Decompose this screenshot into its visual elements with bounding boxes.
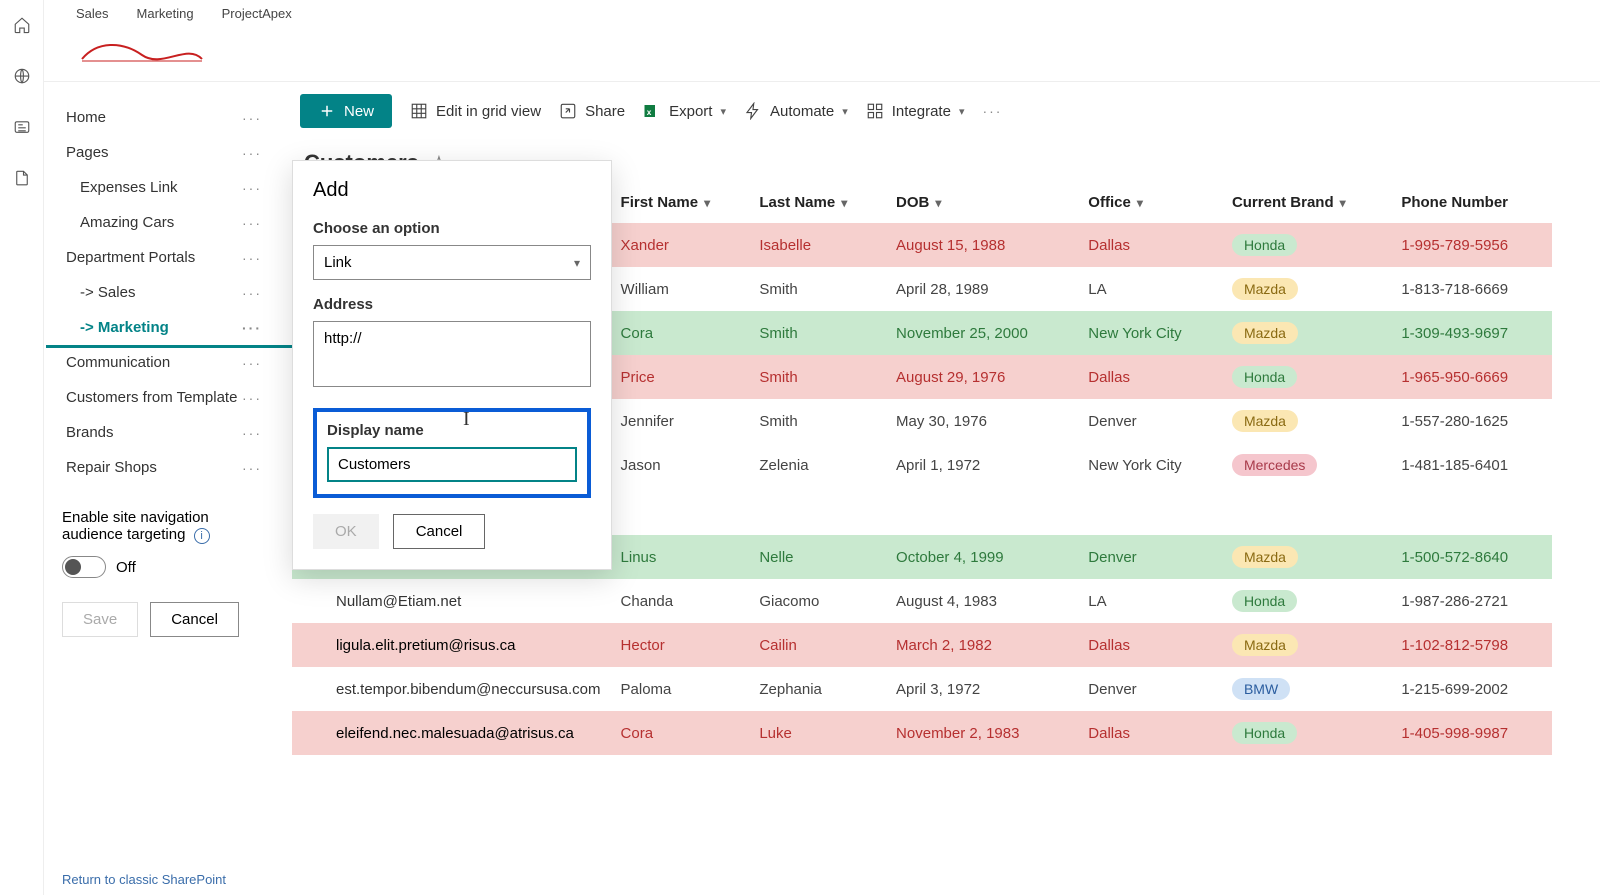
tab-projectapex[interactable]: ProjectApex (222, 6, 292, 25)
nav-repair[interactable]: Repair Shops··· (62, 450, 270, 485)
tab-sales[interactable]: Sales (76, 6, 109, 25)
chevron-down-icon: ▾ (1137, 196, 1143, 210)
col-brand[interactable]: Current Brand▾ (1222, 182, 1391, 223)
address-input[interactable] (313, 321, 591, 387)
table-row[interactable]: eleifend.nec.malesuada@atrisus.caCoraLuk… (292, 711, 1552, 755)
address-label: Address (313, 296, 591, 313)
file-icon[interactable] (13, 169, 31, 192)
chevron-down-icon: ▾ (842, 105, 848, 118)
brand-pill: Honda (1232, 722, 1297, 744)
nav-cancel-button[interactable]: Cancel (150, 602, 239, 637)
col-phone[interactable]: Phone Number (1391, 182, 1552, 223)
more-icon[interactable]: ··· (242, 285, 262, 301)
edit-grid-button[interactable]: Edit in grid view (410, 102, 541, 120)
nav-pages[interactable]: Pages··· (62, 135, 270, 170)
more-actions-button[interactable]: ··· (982, 103, 1002, 119)
more-icon[interactable]: ··· (242, 390, 262, 406)
table-row[interactable]: ligula.elit.pretium@risus.caHectorCailin… (292, 623, 1552, 667)
brand-pill: Honda (1232, 590, 1297, 612)
choose-label: Choose an option (313, 220, 591, 237)
brand-pill: Mercedes (1232, 454, 1317, 476)
choose-select[interactable]: Link ▾ (313, 245, 591, 280)
nav-comm[interactable]: Communication··· (62, 345, 270, 380)
globe-icon[interactable] (13, 67, 31, 90)
chevron-down-icon: ▾ (574, 256, 580, 270)
brand-pill: BMW (1232, 678, 1290, 700)
brand-pill: Mazda (1232, 322, 1298, 344)
brand-pill: Mazda (1232, 410, 1298, 432)
nav-amazing[interactable]: Amazing Cars··· (62, 205, 270, 240)
dialog-title: Add (313, 179, 591, 202)
targeting-label: Enable site navigation audience targetin… (62, 509, 270, 544)
col-office[interactable]: Office▾ (1078, 182, 1222, 223)
more-icon[interactable]: ··· (242, 180, 262, 196)
more-icon[interactable]: ··· (242, 145, 262, 161)
chevron-down-icon: ▾ (959, 105, 965, 118)
share-button[interactable]: Share (559, 102, 625, 120)
nav-customers[interactable]: Customers from Template··· (62, 380, 270, 415)
svg-text:x: x (647, 108, 652, 117)
table-row[interactable]: Nullam@Etiam.netChandaGiacomoAugust 4, 1… (292, 579, 1552, 623)
more-icon[interactable]: ··· (242, 425, 262, 441)
brand-pill: Honda (1232, 366, 1297, 388)
brand-pill: Mazda (1232, 634, 1298, 656)
table-row[interactable]: est.tempor.bibendum@neccursusa.comPaloma… (292, 667, 1552, 711)
nav-brands[interactable]: Brands··· (62, 415, 270, 450)
chevron-down-icon: ▾ (935, 196, 941, 210)
col-last[interactable]: Last Name▾ (749, 182, 886, 223)
brand-pill: Honda (1232, 234, 1297, 256)
targeting-toggle[interactable] (62, 556, 106, 578)
chevron-down-icon: ▾ (704, 196, 710, 210)
brand-pill: Mazda (1232, 278, 1298, 300)
site-logo (72, 29, 212, 73)
nav-dept[interactable]: Department Portals··· (62, 240, 270, 275)
toggle-state: Off (116, 559, 136, 576)
home-icon[interactable] (13, 16, 31, 39)
brand-pill: Mazda (1232, 546, 1298, 568)
text-cursor-icon: I (463, 408, 470, 431)
col-dob[interactable]: DOB▾ (886, 182, 1078, 223)
col-first[interactable]: First Name▾ (611, 182, 750, 223)
news-icon[interactable] (13, 118, 31, 141)
display-name-input[interactable] (327, 447, 577, 482)
chevron-down-icon: ▾ (720, 105, 726, 118)
cancel-button[interactable]: Cancel (393, 514, 486, 549)
automate-button[interactable]: Automate ▾ (744, 102, 848, 120)
chevron-down-icon: ▾ (1340, 196, 1346, 210)
ok-button: OK (313, 514, 379, 549)
nav-expenses[interactable]: Expenses Link··· (62, 170, 270, 205)
new-button[interactable]: New (300, 94, 392, 128)
display-name-label: Display name (327, 422, 577, 439)
chevron-down-icon: ▾ (841, 196, 847, 210)
nav-save-button: Save (62, 602, 138, 637)
classic-link[interactable]: Return to classic SharePoint (62, 872, 226, 887)
more-icon[interactable]: ··· (242, 355, 262, 371)
info-icon[interactable]: i (194, 528, 210, 544)
tab-marketing[interactable]: Marketing (137, 6, 194, 25)
nav-marketing[interactable]: -> Marketing··· + (62, 310, 270, 345)
more-icon[interactable]: ··· (242, 110, 262, 126)
more-icon[interactable]: ··· (242, 320, 262, 336)
nav-home[interactable]: Home··· (62, 100, 270, 135)
add-dialog: Add Choose an option Link ▾ Address Disp… (292, 160, 612, 570)
nav-sales[interactable]: -> Sales··· (62, 275, 270, 310)
integrate-button[interactable]: Integrate ▾ (866, 102, 965, 120)
more-icon[interactable]: ··· (242, 215, 262, 231)
export-button[interactable]: x Export ▾ (643, 102, 726, 120)
more-icon[interactable]: ··· (242, 460, 262, 476)
more-icon[interactable]: ··· (242, 250, 262, 266)
